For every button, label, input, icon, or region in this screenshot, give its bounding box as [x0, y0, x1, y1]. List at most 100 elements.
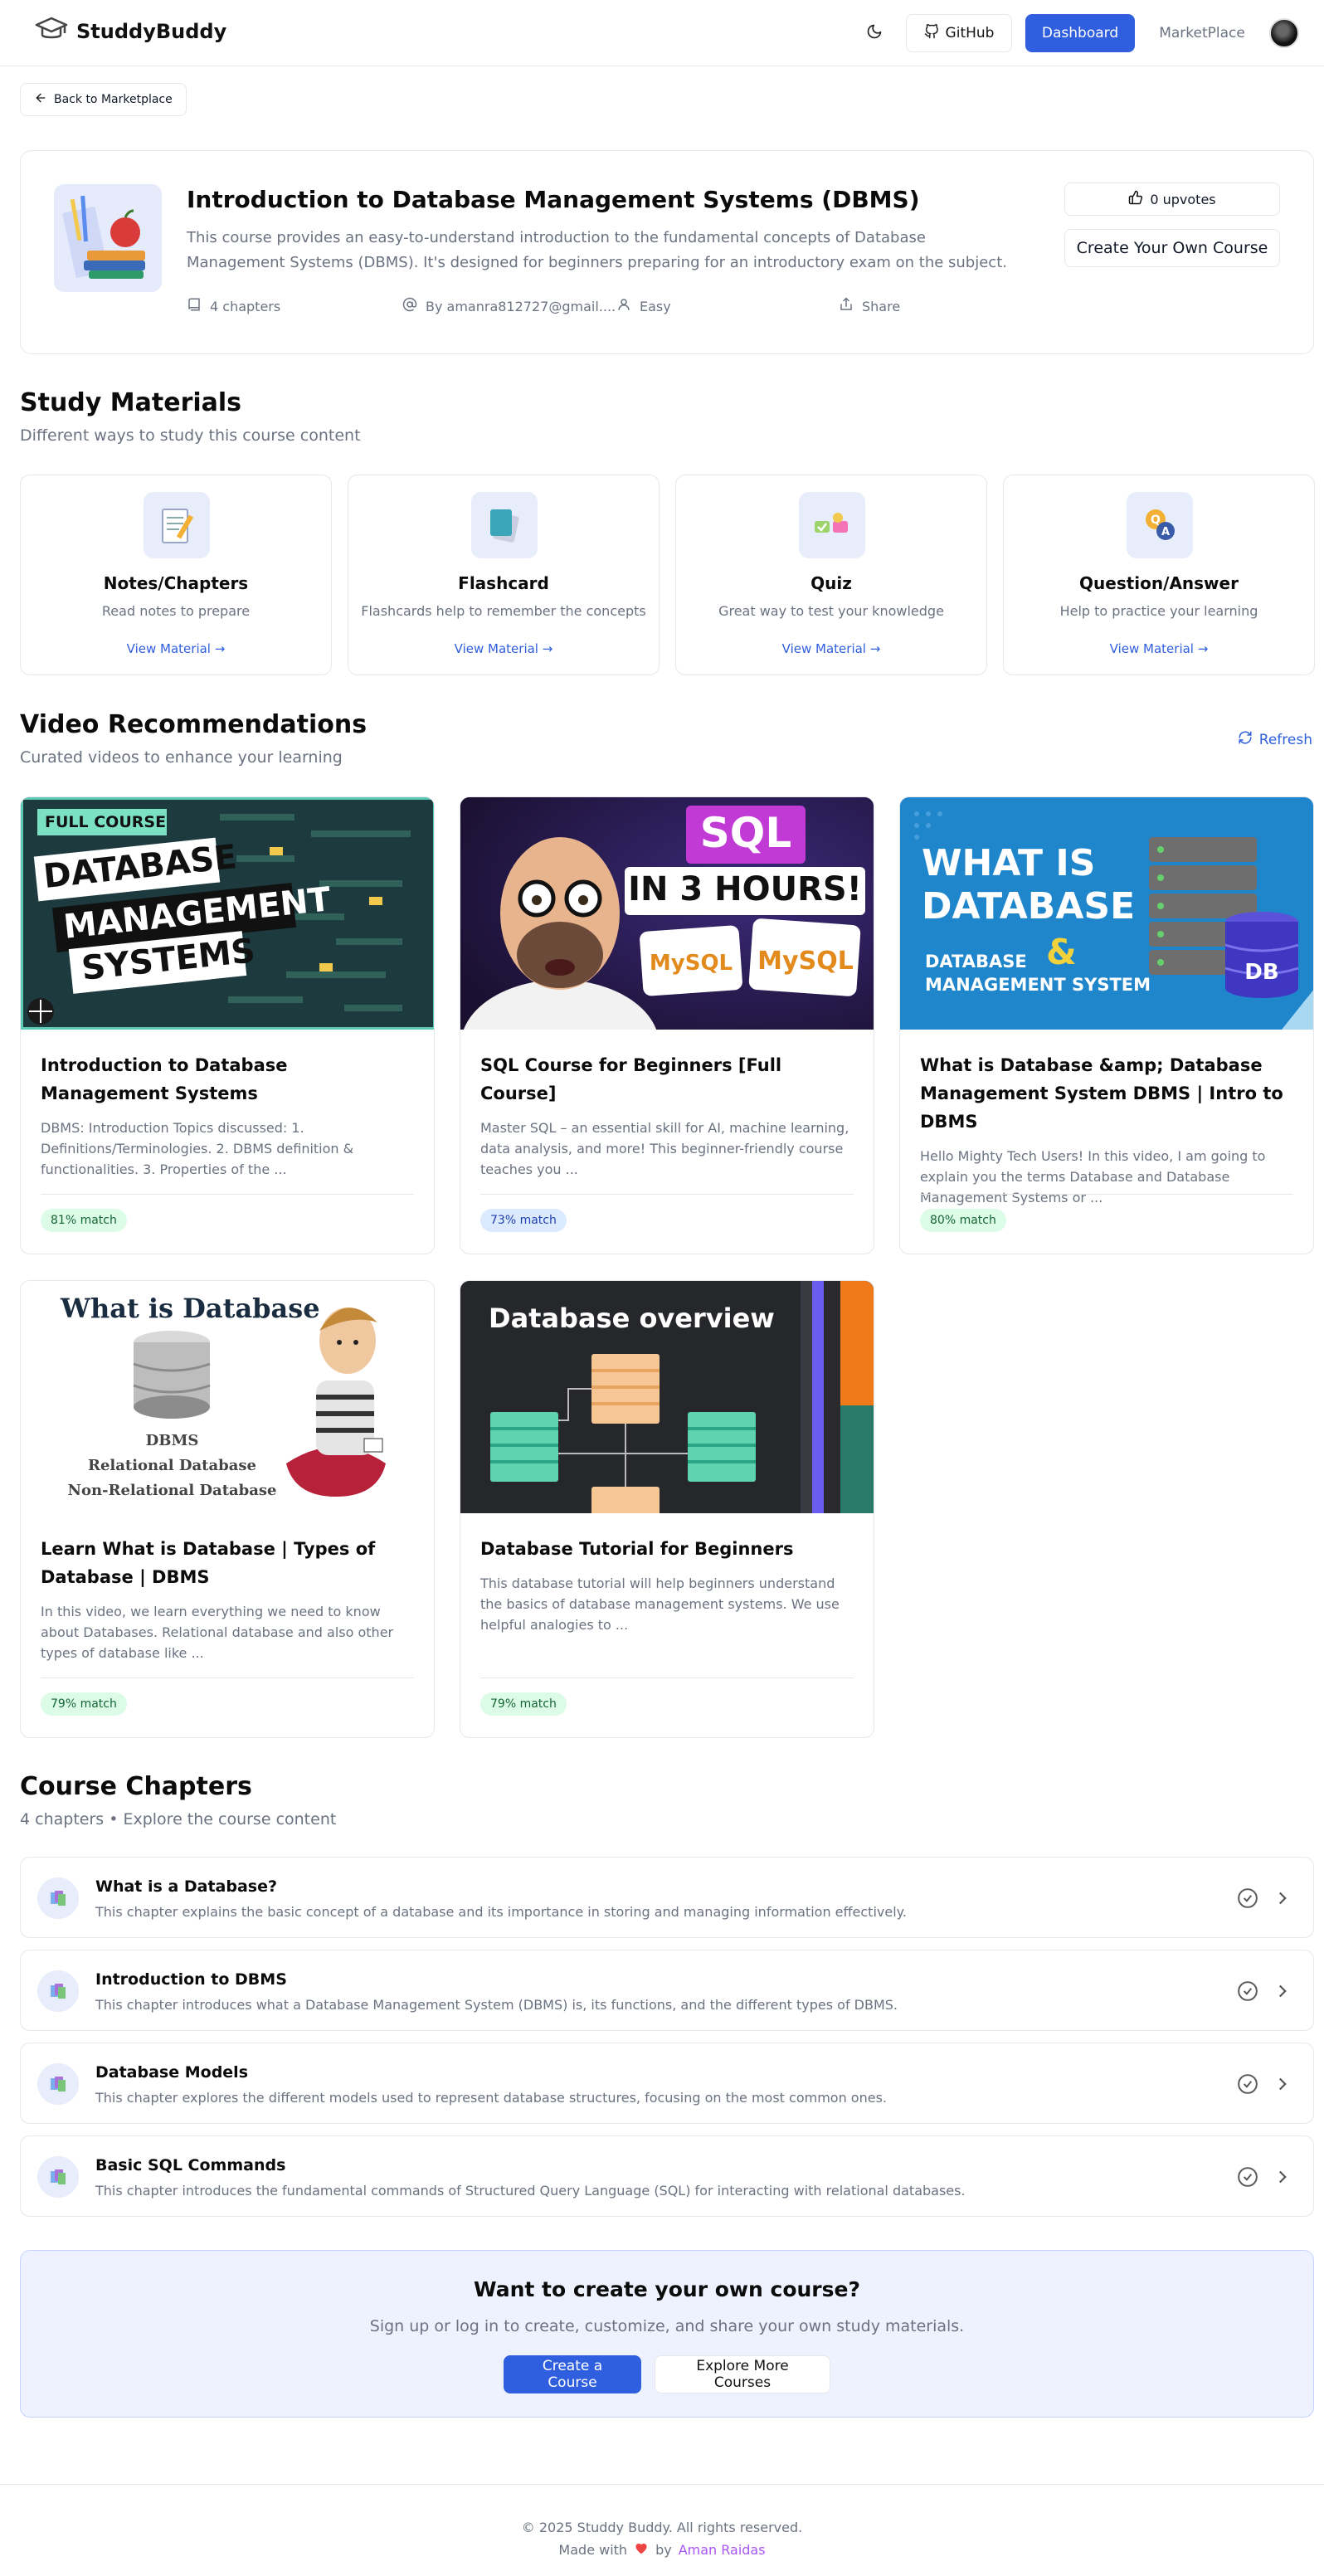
chapters-meta: 4 chapters — [187, 297, 280, 315]
avatar[interactable] — [1269, 18, 1299, 48]
course-title: Introduction to Database Management Syst… — [187, 186, 920, 213]
chevron-right-icon[interactable] — [1272, 1980, 1293, 2005]
view-material-link[interactable]: View Material → — [21, 641, 331, 656]
share-button[interactable]: Share — [839, 297, 900, 315]
thumb-line-1: What is Database — [61, 1293, 320, 1324]
chapter-title: What is a Database? — [95, 1877, 278, 1896]
video-card[interactable]: Database overview Database Tutorial for … — [460, 1280, 874, 1738]
match-badge: 79% match — [41, 1692, 127, 1716]
material-title: Notes/Chapters — [103, 573, 249, 593]
create-own-course-button[interactable]: Create Your Own Course — [1064, 229, 1280, 267]
chevron-right-icon[interactable] — [1272, 2073, 1293, 2098]
material-desc: Flashcards help to remember the concepts — [361, 603, 646, 619]
share-label: Share — [862, 298, 901, 314]
match-badge: 81% match — [41, 1209, 127, 1232]
brand[interactable]: StuddyBuddy — [35, 17, 226, 46]
check-circle-icon[interactable] — [1237, 2073, 1258, 2098]
upvote-button[interactable]: 0 upvotes — [1064, 183, 1280, 216]
explore-more-courses-button[interactable]: Explore More Courses — [655, 2355, 830, 2393]
material-card-qa[interactable]: QA Question/Answer Help to practice your… — [1003, 475, 1315, 675]
thumb-mysql-logo-1: MySQL — [649, 951, 733, 976]
material-card-flashcard[interactable]: Flashcard Flashcards help to remember th… — [348, 475, 660, 675]
view-material-link[interactable]: View Material → — [1004, 641, 1314, 656]
thumb-line-2: IN 3 HOURS! — [628, 870, 862, 908]
made-with-label: Made with — [558, 2541, 628, 2558]
cta-title: Want to create your own course? — [474, 2277, 860, 2301]
check-circle-icon[interactable] — [1237, 2166, 1258, 2191]
video-title[interactable]: SQL Course for Beginners [Full Course] — [480, 1051, 854, 1108]
video-title[interactable]: Database Tutorial for Beginners — [480, 1535, 854, 1563]
material-title: Flashcard — [458, 573, 549, 593]
thumb-db-label: DB — [1244, 960, 1279, 985]
thumb-line-3: DATABASE — [925, 952, 1027, 971]
quiz-icon — [799, 492, 865, 558]
brand-name: StuddyBuddy — [76, 20, 227, 43]
back-to-marketplace-button[interactable]: Back to Marketplace — [20, 83, 187, 116]
top-navbar: StuddyBuddy GitHub Dashboard MarketPlace — [0, 0, 1324, 66]
marketplace-link[interactable]: MarketPlace — [1148, 13, 1256, 53]
notes-icon — [144, 492, 210, 558]
author-link[interactable]: Aman Raidas — [679, 2542, 766, 2558]
chapters-count: 4 chapters — [210, 298, 281, 314]
github-label: GitHub — [945, 25, 995, 41]
thumb-tag: FULL COURSE — [45, 813, 167, 831]
material-card-quiz[interactable]: Quiz Great way to test your knowledge Vi… — [675, 475, 987, 675]
graduation-cap-icon — [35, 17, 68, 46]
chapter-item[interactable]: What is a Database? This chapter explain… — [20, 1857, 1314, 1938]
moon-icon — [866, 23, 883, 43]
thumb-line-2: DATABASE — [922, 885, 1136, 928]
chapter-book-icon — [37, 2156, 79, 2198]
chapter-item[interactable]: Database Models This chapter explores th… — [20, 2043, 1314, 2124]
chapter-book-icon — [37, 2063, 79, 2105]
thumb-line-1: Database overview — [489, 1303, 775, 1334]
book-icon — [187, 297, 202, 315]
flashcard-icon — [471, 492, 538, 558]
chapter-title: Introduction to DBMS — [95, 1970, 287, 1989]
check-circle-icon[interactable] — [1237, 1887, 1258, 1912]
video-thumbnail: Database overview — [460, 1281, 874, 1513]
chapter-book-icon — [37, 1970, 79, 2012]
heart-icon — [634, 2541, 649, 2558]
chapter-description: This chapter explores the different mode… — [95, 2090, 887, 2106]
video-description: In this video, we learn everything we ne… — [41, 1604, 394, 1661]
view-material-link[interactable]: View Material → — [676, 641, 986, 656]
chapter-description: This chapter explains the basic concept … — [95, 1904, 907, 1920]
back-label: Back to Marketplace — [54, 93, 173, 106]
dashboard-button[interactable]: Dashboard — [1025, 14, 1135, 52]
course-chapters-subtitle: 4 chapters • Explore the course content — [20, 1810, 337, 1829]
video-card[interactable]: What is Database DBMS Relational Databas… — [20, 1280, 435, 1738]
check-circle-icon[interactable] — [1237, 1980, 1258, 2005]
nav-actions: GitHub Dashboard MarketPlace — [856, 13, 1299, 53]
study-materials-title: Study Materials — [20, 388, 242, 417]
chapter-item[interactable]: Introduction to DBMS This chapter introd… — [20, 1950, 1314, 2031]
thumb-line-2: DBMS — [145, 1432, 199, 1449]
create-course-button[interactable]: Create a Course — [504, 2355, 641, 2393]
github-button[interactable]: GitHub — [906, 14, 1012, 52]
video-thumbnail: WHAT IS DATABASE DATABASE & MANAGEMENT S… — [900, 797, 1313, 1030]
video-title[interactable]: Introduction to Database Management Syst… — [41, 1051, 414, 1108]
course-description: This course provides an easy-to-understa… — [187, 229, 1007, 271]
thumb-ampersand: & — [1046, 932, 1077, 972]
svg-text:A: A — [1161, 526, 1170, 538]
github-icon — [924, 23, 939, 43]
refresh-label: Refresh — [1258, 731, 1312, 748]
video-card[interactable]: WHAT IS DATABASE DATABASE & MANAGEMENT S… — [899, 796, 1314, 1254]
theme-toggle-button[interactable] — [856, 15, 893, 51]
chevron-right-icon[interactable] — [1272, 2166, 1293, 2191]
video-card[interactable]: FULL COURSE DATABASE MANAGEMENT SYSTEMS … — [20, 796, 435, 1254]
video-card[interactable]: SQL IN 3 HOURS! MySQL MySQL SQL Course f… — [460, 796, 874, 1254]
video-thumbnail: SQL IN 3 HOURS! MySQL MySQL — [460, 797, 874, 1030]
material-title: Question/Answer — [1079, 573, 1239, 593]
chapter-item[interactable]: Basic SQL Commands This chapter introduc… — [20, 2135, 1314, 2217]
video-title[interactable]: What is Database &amp; Database Manageme… — [920, 1051, 1293, 1136]
chevron-right-icon[interactable] — [1272, 1887, 1293, 1912]
upvote-count: 0 upvotes — [1150, 191, 1216, 207]
course-overview-card: Introduction to Database Management Syst… — [20, 150, 1314, 354]
refresh-button[interactable]: Refresh — [1238, 730, 1312, 749]
match-badge: 79% match — [480, 1692, 567, 1716]
view-material-link[interactable]: View Material → — [348, 641, 659, 656]
video-title[interactable]: Learn What is Database | Types of Databa… — [41, 1535, 414, 1591]
video-thumbnail: What is Database DBMS Relational Databas… — [21, 1281, 434, 1513]
material-card-notes[interactable]: Notes/Chapters Read notes to prepare Vie… — [20, 475, 332, 675]
author-name: By amanra812727@gmail.... — [426, 298, 616, 314]
